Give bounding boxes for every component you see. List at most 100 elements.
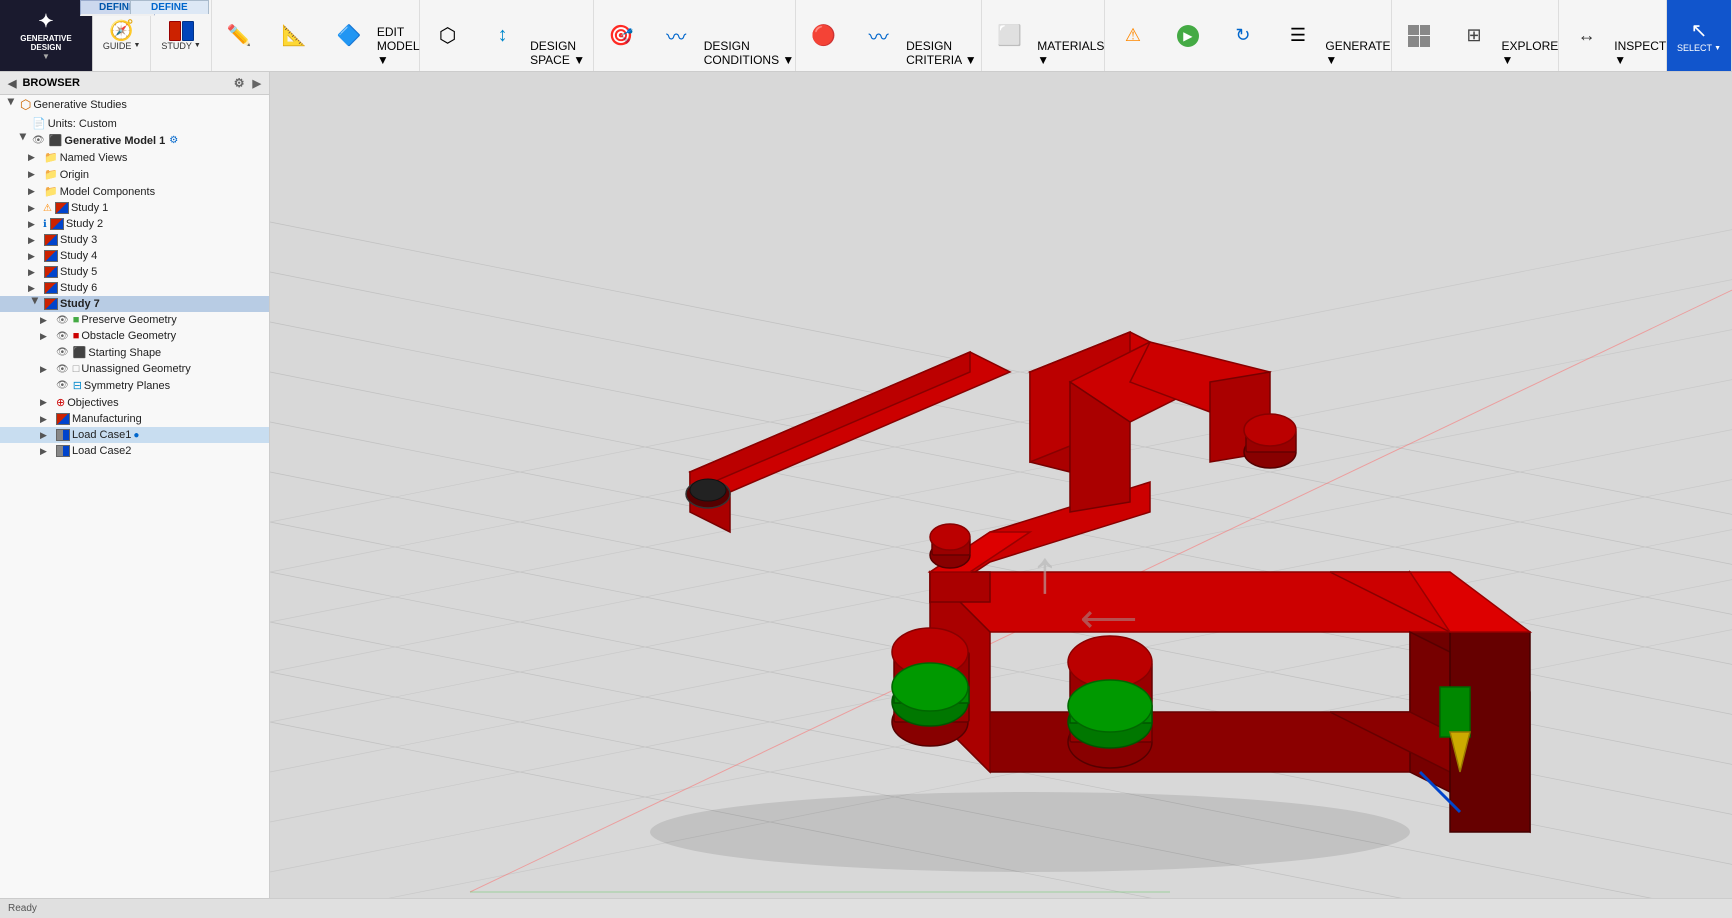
edit-model-icon3: 🔷 <box>337 23 362 48</box>
tree-load-case1[interactable]: ▶ Load Case1 ● <box>0 427 269 443</box>
brand-arrow[interactable]: ▼ <box>42 52 50 61</box>
tree-study2[interactable]: ▶ ℹ Study 2 <box>0 216 269 232</box>
root-expand-arrow[interactable]: ▶ <box>6 98 17 112</box>
design-criteria-button2[interactable]: 〰 <box>851 0 906 71</box>
edit-model-button3[interactable]: 🔷 <box>322 0 377 71</box>
obstacle-geometry-arrow[interactable]: ▶ <box>40 331 54 342</box>
tree-study5[interactable]: ▶ Study 5 <box>0 264 269 280</box>
tree-unassigned-geometry[interactable]: ▶ 👁 □ Unassigned Geometry <box>0 361 269 377</box>
study1-arrow[interactable]: ▶ <box>28 203 42 214</box>
manufacturing-arrow[interactable]: ▶ <box>40 414 54 425</box>
origin-arrow[interactable]: ▶ <box>28 169 42 180</box>
starting-shape-eye[interactable]: 👁 <box>56 347 69 358</box>
study2-arrow[interactable]: ▶ <box>28 219 42 230</box>
design-space-button1[interactable]: ⬡ <box>420 0 475 71</box>
explore-group: ⊞ EXPLORE ▼ <box>1392 0 1560 71</box>
tree-study7[interactable]: ▶ Study 7 <box>0 296 269 312</box>
load-case2-icon <box>56 445 70 457</box>
design-space-label: DESIGN SPACE ▼ <box>530 39 593 67</box>
tree-manufacturing[interactable]: ▶ Manufacturing <box>0 411 269 427</box>
tree-study6[interactable]: ▶ Study 6 <box>0 280 269 296</box>
tree-origin[interactable]: ▶ 📁 Origin <box>0 166 269 183</box>
named-views-arrow[interactable]: ▶ <box>28 152 42 163</box>
sidebar: ◀ BROWSER ⚙ ▶ ▶ ⬡ Generative Studies ▶ 📄… <box>0 72 270 918</box>
generate-play-button[interactable]: ▶ <box>1160 0 1215 71</box>
objectives-arrow[interactable]: ▶ <box>40 397 54 408</box>
load-case1-icon <box>56 429 70 441</box>
study1-label: Study 1 <box>71 202 108 214</box>
preserve-geometry-eye[interactable]: 👁 <box>56 315 69 326</box>
tree-model1[interactable]: ▶ 👁 ⬛ Generative Model 1 ⚙ <box>0 132 269 149</box>
study4-arrow[interactable]: ▶ <box>28 251 42 262</box>
study7-expand-arrow[interactable]: ▶ <box>30 297 41 311</box>
guide-label: GUIDE ▼ <box>103 41 140 51</box>
design-conditions-button1[interactable]: 🎯 <box>594 0 649 71</box>
browser-settings-icon[interactable]: ⚙ <box>234 76 245 90</box>
generate-label: GENERATE ▼ <box>1325 39 1390 67</box>
study5-label: Study 5 <box>60 266 97 278</box>
generate-list-button[interactable]: ☰ <box>1270 0 1325 71</box>
tree-load-case2[interactable]: ▶ Load Case2 <box>0 443 269 459</box>
symmetry-planes-eye[interactable]: 👁 <box>56 380 69 391</box>
select-group: ↖ SELECT ▼ <box>1667 0 1732 71</box>
unassigned-geometry-arrow[interactable]: ▶ <box>40 364 54 375</box>
study3-arrow[interactable]: ▶ <box>28 235 42 246</box>
study3-label: Study 3 <box>60 234 97 246</box>
tree-obstacle-geometry[interactable]: ▶ 👁 ■ Obstacle Geometry <box>0 328 269 344</box>
design-space-icon1: ⬡ <box>439 23 456 48</box>
design-conditions-button2[interactable]: 〰 <box>649 0 704 71</box>
preserve-geometry-arrow[interactable]: ▶ <box>40 315 54 326</box>
generate-warn-button[interactable]: ⚠ <box>1105 0 1160 71</box>
edit-model-button1[interactable]: ✏️ <box>212 0 267 71</box>
nav-back-arrow[interactable]: ◀ <box>8 77 16 90</box>
study7-label: Study 7 <box>60 298 100 310</box>
tree-model-components[interactable]: ▶ 📁 Model Components <box>0 183 269 200</box>
design-criteria-button1[interactable]: 🔴 <box>796 0 851 71</box>
edit-model-button2[interactable]: 📐 <box>267 0 322 71</box>
viewport[interactable]: ↑ ⟵ <box>270 72 1732 918</box>
named-views-icon: 📁 <box>44 151 58 164</box>
load-case2-arrow[interactable]: ▶ <box>40 446 54 457</box>
tree-root[interactable]: ▶ ⬡ Generative Studies <box>0 95 269 115</box>
select-button[interactable]: ↖ SELECT ▼ <box>1667 0 1731 71</box>
model1-eye-icon[interactable]: 👁 <box>32 135 45 146</box>
materials-button[interactable]: ⬜ <box>982 0 1037 71</box>
starting-shape-icon: ⬛ <box>73 346 87 359</box>
design-space-button2[interactable]: ↕ <box>475 0 530 71</box>
inspect-button[interactable]: ↔ <box>1559 0 1614 71</box>
root-label: Generative Studies <box>33 99 127 111</box>
units-label: Units: Custom <box>48 118 117 130</box>
define-tab[interactable]: DEFINE <box>130 0 209 14</box>
study4-icon <box>44 250 58 262</box>
explore-button2[interactable]: ⊞ <box>1447 0 1502 71</box>
explore-button1[interactable] <box>1392 0 1447 71</box>
tree-study3[interactable]: ▶ Study 3 <box>0 232 269 248</box>
symmetry-planes-label: Symmetry Planes <box>84 380 170 392</box>
study-label: STUDY ▼ <box>161 41 200 51</box>
tree-preserve-geometry[interactable]: ▶ 👁 ■ Preserve Geometry <box>0 312 269 328</box>
tree-study4[interactable]: ▶ Study 4 <box>0 248 269 264</box>
root-icon: ⬡ <box>20 97 31 113</box>
obstacle-geometry-eye[interactable]: 👁 <box>56 331 69 342</box>
study6-icon <box>44 282 58 294</box>
design-conditions-icon1: 🎯 <box>609 23 634 48</box>
preserve-geometry-icon: ■ <box>73 314 80 326</box>
load-case1-arrow[interactable]: ▶ <box>40 430 54 441</box>
unassigned-geometry-eye[interactable]: 👁 <box>56 364 69 375</box>
study6-label: Study 6 <box>60 282 97 294</box>
app-brand: ✦ GENERATIVE DESIGN ▼ <box>0 0 93 71</box>
design-criteria-label: DESIGN CRITERIA ▼ <box>906 39 981 67</box>
browser-collapse-icon[interactable]: ▶ <box>253 77 261 90</box>
browser-title: BROWSER <box>22 77 229 89</box>
study5-arrow[interactable]: ▶ <box>28 267 42 278</box>
model-components-arrow[interactable]: ▶ <box>28 186 42 197</box>
tree-study1[interactable]: ▶ ⚠ Study 1 <box>0 200 269 216</box>
study6-arrow[interactable]: ▶ <box>28 283 42 294</box>
tree-objectives[interactable]: ▶ ⊕ Objectives <box>0 394 269 411</box>
generate-refresh-button[interactable]: ↻ <box>1215 0 1270 71</box>
model1-settings-icon[interactable]: ⚙ <box>169 135 178 146</box>
model1-expand-arrow[interactable]: ▶ <box>18 134 29 148</box>
study1-icon <box>55 202 69 214</box>
svg-text:⟵: ⟵ <box>1080 597 1137 641</box>
tree-named-views[interactable]: ▶ 📁 Named Views <box>0 149 269 166</box>
